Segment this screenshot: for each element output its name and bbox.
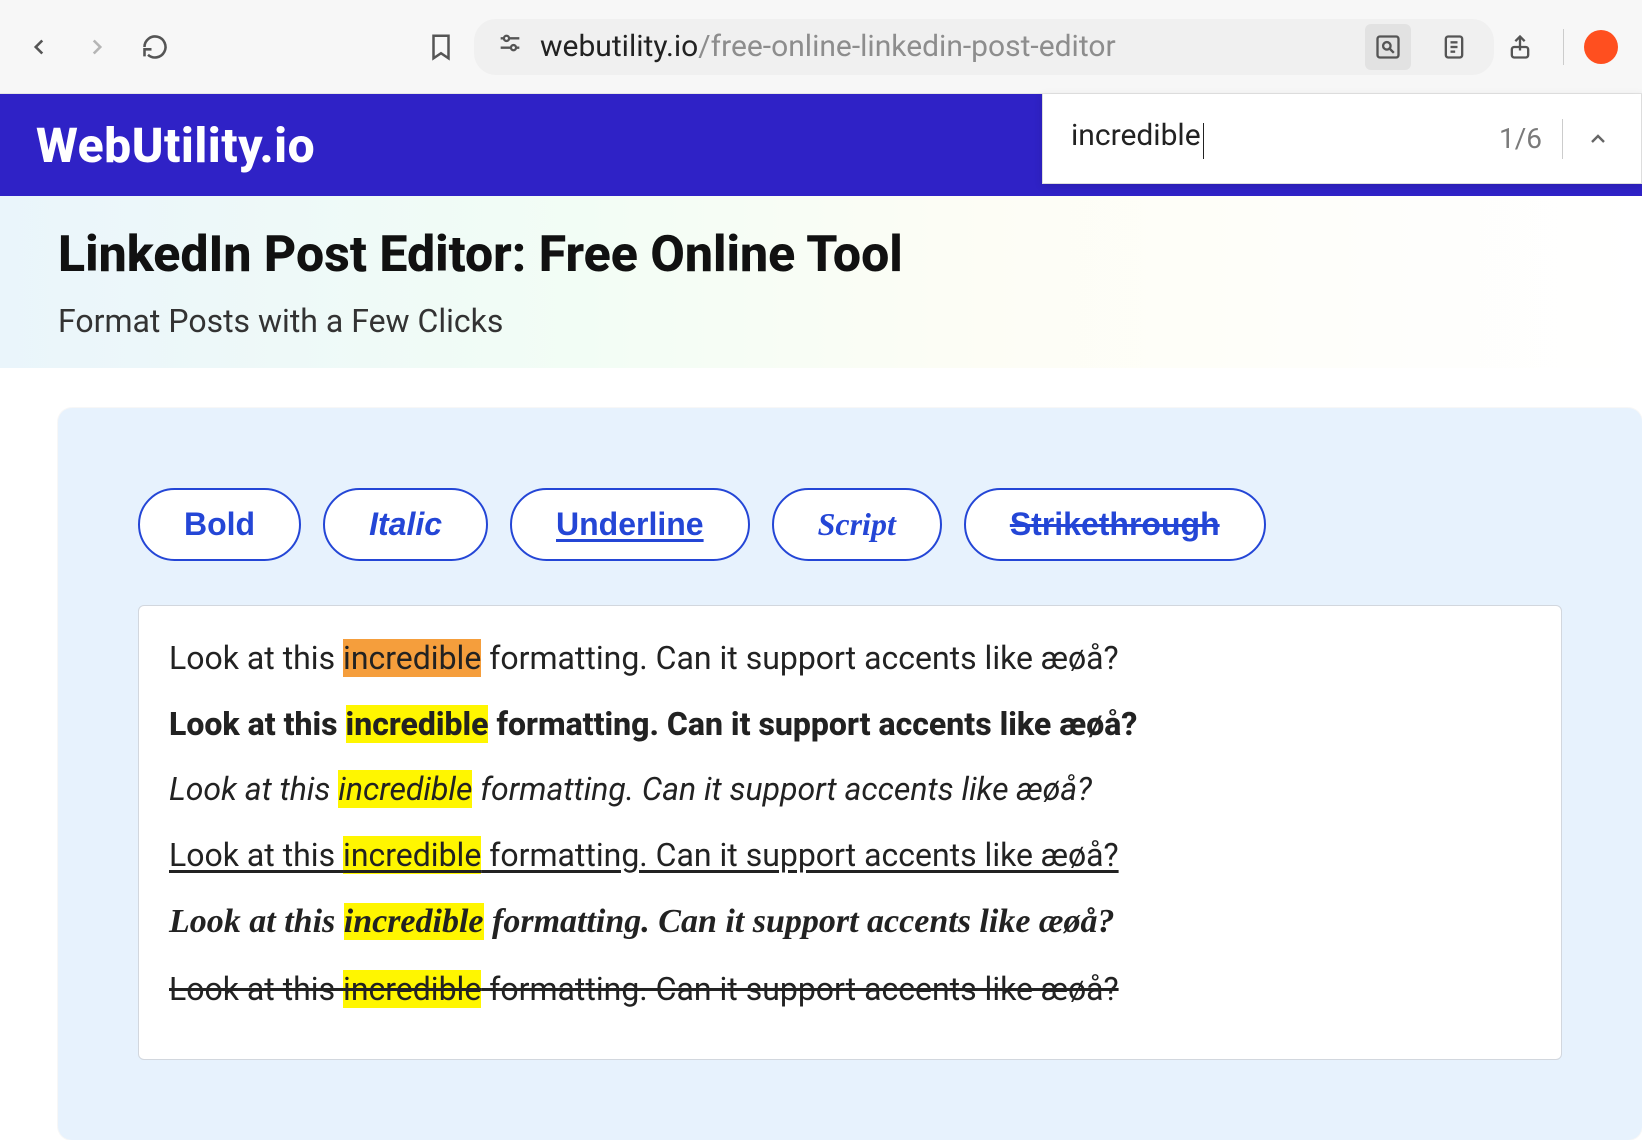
- find-in-page-bar: incredible 1/6: [1042, 94, 1642, 184]
- site-brand[interactable]: WebUtility.io: [36, 117, 315, 174]
- find-match: incredible: [343, 970, 481, 1008]
- editor-panel: Bold Italic Underline Script Strikethrou…: [58, 408, 1642, 1140]
- editor-line: Look at this incredible formatting. Can …: [169, 700, 1531, 750]
- bookmark-icon[interactable]: [426, 32, 456, 62]
- editor-line: Look at this incredible formatting. Can …: [169, 765, 1531, 815]
- text-caret: [1203, 123, 1204, 159]
- strikethrough-button[interactable]: Strikethrough: [964, 488, 1266, 561]
- find-count: 1/6: [1499, 122, 1542, 155]
- editor-line: Look at this incredible formatting. Can …: [169, 831, 1531, 881]
- find-match: incredible: [338, 770, 472, 808]
- find-match: incredible: [344, 903, 484, 940]
- find-input[interactable]: incredible: [1071, 118, 1479, 159]
- reader-mode-icon[interactable]: [1431, 24, 1477, 70]
- url-text: webutility.io/free-online-linkedin-post-…: [540, 29, 1116, 64]
- editor-line: Look at this incredible formatting. Can …: [169, 634, 1531, 684]
- divider: [1562, 119, 1563, 159]
- page-banner: LinkedIn Post Editor: Free Online Tool F…: [0, 196, 1642, 368]
- toolbar-right: [1365, 0, 1618, 93]
- underline-button[interactable]: Underline: [510, 488, 750, 561]
- page-subtitle: Format Posts with a Few Clicks: [58, 302, 1584, 340]
- editor-textarea[interactable]: Look at this incredible formatting. Can …: [138, 605, 1562, 1060]
- page-title: LinkedIn Post Editor: Free Online Tool: [58, 226, 1584, 284]
- bold-button[interactable]: Bold: [138, 488, 301, 561]
- italic-button[interactable]: Italic: [323, 488, 488, 561]
- brave-shields-icon[interactable]: [1584, 30, 1618, 64]
- editor-line: Look at this incredible formatting. Can …: [169, 965, 1531, 1015]
- reload-button[interactable]: [140, 32, 170, 62]
- site-settings-icon[interactable]: [496, 29, 524, 65]
- back-button[interactable]: [24, 32, 54, 62]
- main-content: Bold Italic Underline Script Strikethrou…: [0, 368, 1642, 1140]
- find-match: incredible: [346, 705, 489, 743]
- nav-buttons: [24, 32, 170, 62]
- editor-line: Look at this incredible formatting. Can …: [169, 896, 1531, 949]
- address-bar[interactable]: webutility.io/free-online-linkedin-post-…: [474, 19, 1494, 75]
- script-button[interactable]: Script: [772, 488, 942, 561]
- find-in-page-icon[interactable]: [1365, 24, 1411, 70]
- find-match-current: incredible: [343, 639, 481, 677]
- format-toolbar: Bold Italic Underline Script Strikethrou…: [138, 488, 1562, 561]
- browser-toolbar: webutility.io/free-online-linkedin-post-…: [0, 0, 1642, 94]
- find-prev-button[interactable]: [1583, 124, 1613, 154]
- find-match: incredible: [343, 836, 481, 874]
- divider: [1563, 29, 1564, 65]
- find-query-text: incredible: [1071, 118, 1201, 153]
- share-icon[interactable]: [1497, 24, 1543, 70]
- forward-button[interactable]: [82, 32, 112, 62]
